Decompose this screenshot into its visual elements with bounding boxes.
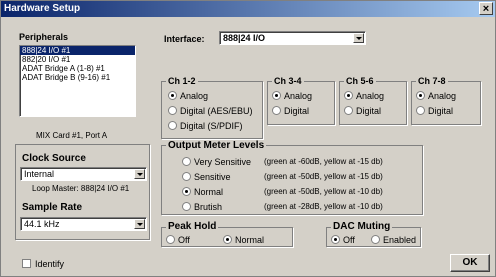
ch78-analog-radio[interactable]: Analog (416, 91, 456, 101)
meter-brutish-desc: (green at -28dB, yellow at -10 db) (264, 202, 383, 211)
peak-hold-label: Peak Hold (166, 221, 219, 232)
ch12-analog-radio[interactable]: Analog (168, 91, 208, 101)
meter-very-sensitive-radio[interactable]: Very Sensitive (182, 157, 251, 167)
hardware-setup-window: Hardware Setup × Peripherals 888|24 I/O … (0, 0, 496, 277)
sample-rate-label: Sample Rate (22, 202, 83, 213)
output-meter-label: Output Meter Levels (166, 140, 267, 151)
meter-normal-radio[interactable]: Normal (182, 187, 223, 197)
interface-select[interactable]: 888|24 I/O (219, 31, 366, 45)
meter-very-sensitive-desc: (green at -60dB, yellow at -15 db) (264, 157, 383, 166)
clock-source-value: Internal (24, 169, 55, 179)
ok-button[interactable]: OK (450, 254, 490, 272)
ch12-spdif-radio[interactable]: Digital (S/PDIF) (168, 121, 243, 131)
list-item[interactable]: 882|20 I/O #1 (20, 55, 135, 64)
dac-muting-label: DAC Muting (331, 221, 393, 232)
ch12-aes-radio[interactable]: Digital (AES/EBU) (168, 106, 262, 116)
ch56-analog-radio[interactable]: Analog (344, 91, 384, 101)
chevron-down-icon[interactable] (134, 169, 145, 179)
ch34-label: Ch 3-4 (272, 76, 304, 86)
peripherals-label: Peripherals (19, 32, 69, 42)
ch34-group: Ch 3-4 (267, 76, 335, 125)
ch78-group: Ch 7-8 (411, 76, 481, 125)
ch56-digital-radio[interactable]: Digital (344, 106, 381, 116)
mix-card-label: MIX Card #1, Port A (36, 131, 108, 140)
list-item[interactable]: ADAT Bridge B (9-16) #1 (20, 73, 135, 82)
ch56-group: Ch 5-6 (339, 76, 407, 125)
meter-sensitive-radio[interactable]: Sensitive (182, 172, 231, 182)
ch78-label: Ch 7-8 (416, 76, 448, 86)
ch78-digital-radio[interactable]: Digital (416, 106, 453, 116)
meter-sensitive-desc: (green at -50dB, yellow at -15 db) (264, 172, 383, 181)
meter-brutish-radio[interactable]: Brutish (182, 202, 222, 212)
peak-hold-off-radio[interactable]: Off (166, 235, 190, 245)
peripherals-list[interactable]: 888|24 I/O #1 882|20 I/O #1 ADAT Bridge … (19, 45, 136, 117)
interface-value: 888|24 I/O (223, 33, 266, 43)
window-title: Hardware Setup (4, 3, 81, 14)
ch12-label: Ch 1-2 (166, 76, 198, 86)
sample-rate-select[interactable]: 44.1 kHz (20, 217, 147, 231)
close-icon[interactable]: × (479, 2, 493, 15)
identify-checkbox[interactable]: Identify (22, 259, 64, 269)
peak-hold-normal-radio[interactable]: Normal (223, 235, 264, 245)
loop-master-label: Loop Master: 888|24 I/O #1 (32, 184, 130, 193)
clock-source-label: Clock Source (22, 153, 86, 164)
clock-source-select[interactable]: Internal (20, 167, 147, 181)
list-item[interactable]: ADAT Bridge A (1-8) #1 (20, 64, 135, 73)
identify-label: Identify (35, 259, 65, 269)
interface-label: Interface: (164, 34, 205, 44)
meter-normal-desc: (green at -50dB, yellow at -10 db) (264, 187, 383, 196)
ch34-analog-radio[interactable]: Analog (272, 91, 312, 101)
list-item[interactable]: 888|24 I/O #1 (20, 46, 135, 55)
chevron-down-icon[interactable] (353, 33, 364, 43)
title-bar: Hardware Setup × (1, 1, 495, 17)
checkbox-icon[interactable] (22, 259, 31, 268)
ch56-label: Ch 5-6 (344, 76, 376, 86)
dac-muting-off-radio[interactable]: Off (331, 235, 355, 245)
chevron-down-icon[interactable] (134, 219, 145, 229)
dac-muting-enabled-radio[interactable]: Enabled (371, 235, 416, 245)
sample-rate-value: 44.1 kHz (24, 219, 60, 229)
ch34-digital-radio[interactable]: Digital (272, 106, 309, 116)
